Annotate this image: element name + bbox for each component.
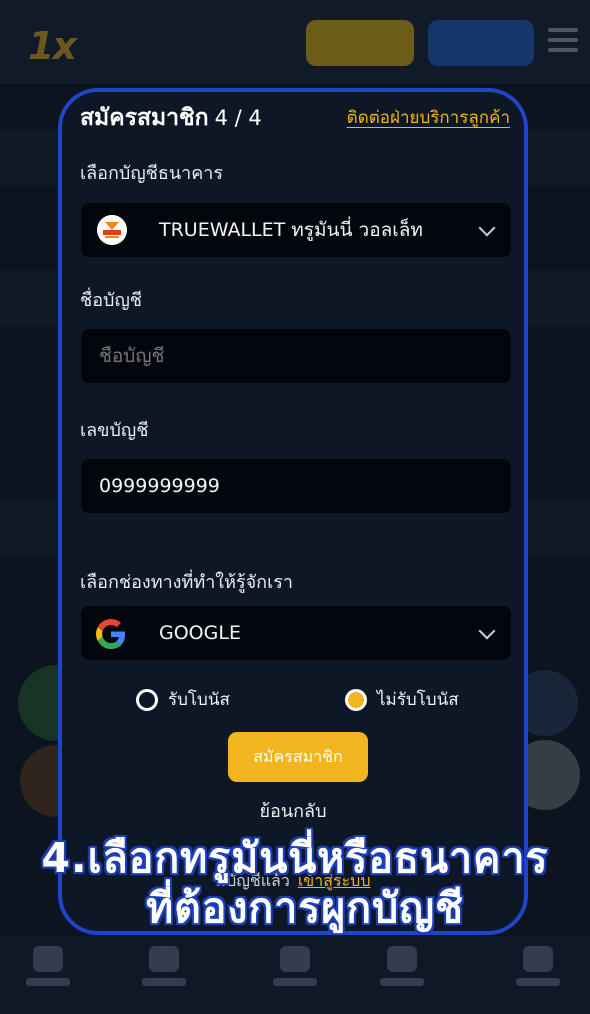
bonus-option-label: ไม่รับโบนัส [377, 690, 459, 710]
step-indicator: 4 / 4 [214, 106, 262, 130]
register-submit-button[interactable]: สมัครสมาชิก [228, 732, 368, 782]
background-nav-item [134, 946, 194, 986]
bonus-option-decline[interactable]: ไม่รับโบนัส [345, 686, 459, 713]
channel-selected-text: GOOGLE [159, 622, 241, 644]
background-nav-item [508, 946, 568, 986]
background-login-button [306, 20, 414, 66]
background-nav-item [372, 946, 432, 986]
radio-unchecked-icon [136, 688, 158, 711]
account-name-input[interactable] [99, 345, 479, 367]
contact-support-link[interactable]: ติดต่อฝ่ายบริการลูกค้า [347, 104, 510, 131]
bank-label: เลือกบัญชีธนาคาร [80, 163, 224, 184]
bank-selected-text: TRUEWALLET ทรูมันนี่ วอลเล็ท [159, 219, 423, 241]
background-nav-item [265, 946, 325, 986]
channel-select[interactable]: GOOGLE [81, 606, 511, 660]
google-logo-icon [96, 619, 126, 649]
back-link[interactable]: ย้อนกลับ [62, 796, 524, 825]
truemoney-logo-icon [97, 215, 127, 245]
chevron-down-icon [478, 622, 496, 640]
background-menu-icon [548, 28, 578, 56]
radio-checked-icon [345, 688, 367, 711]
bonus-option-receive[interactable]: รับโบนัส [136, 686, 230, 713]
registration-modal: สมัครสมาชิก 4 / 4 ติดต่อฝ่ายบริการลูกค้า … [58, 88, 528, 935]
modal-title: สมัครสมาชิก 4 / 4 [80, 100, 262, 136]
bank-select[interactable]: TRUEWALLET ทรูมันนี่ วอลเล็ท [81, 203, 511, 257]
account-number-label: เลขบัญชี [80, 420, 149, 441]
instruction-caption-line2: ที่ต้องการผูกบัญชี [145, 883, 465, 934]
account-name-label: ชื่อบัญชี [80, 290, 143, 311]
account-number-input[interactable] [99, 475, 479, 497]
modal-title-text: สมัครสมาชิก [80, 105, 209, 131]
background-nav-item [18, 946, 78, 986]
chevron-down-icon [478, 219, 496, 237]
background-register-button [428, 20, 534, 66]
channel-label: เลือกช่องทางที่ทำให้รู้จักเรา [80, 572, 294, 593]
background-logo: 1x [28, 24, 77, 68]
bonus-option-label: รับโบนัส [168, 690, 230, 710]
account-number-field[interactable] [81, 459, 511, 513]
account-name-field[interactable] [81, 329, 511, 383]
